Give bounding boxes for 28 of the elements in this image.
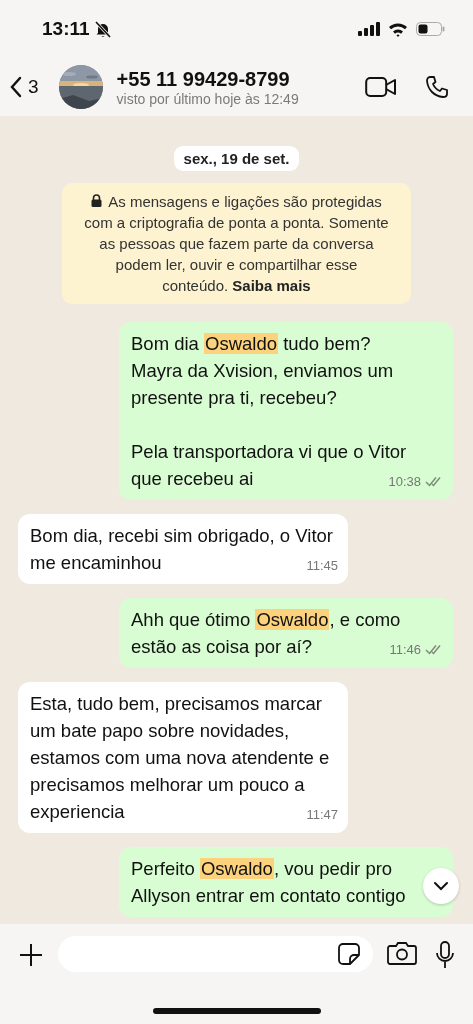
message-time: 11:45 [306, 557, 338, 575]
message-bubble: Ahh que ótimo Oswaldo, e como estão as coisa por aí? 11:46 [119, 598, 453, 668]
battery-icon [416, 22, 445, 36]
message-time: 10:38 [388, 473, 421, 491]
wifi-icon [388, 21, 408, 37]
plus-icon[interactable] [18, 942, 44, 968]
chevron-left-icon[interactable] [10, 76, 22, 98]
learn-more-link[interactable]: Saiba mais [232, 277, 311, 294]
message-bubble: Bom dia Oswaldo tudo bem? Mayra da Xvision, enviamos um presente pra ti, recebeu? Pela transportadora vi que o Vitor que recebeu ai 10:38 [119, 322, 453, 500]
encryption-notice: As mensagens e ligações são protegidas com a criptografia de ponta a ponta. Somente as pessoas que fazem parte da conversa podem ler, ouvir e compartilhar esse conteúdo. Saiba mais [62, 183, 411, 304]
message-bubble: Bom dia, recebi sim obrigado, o Vitor me encaminhou 11:45 [18, 514, 348, 584]
last-seen-status: visto por último hoje às 12:49 [116, 90, 300, 107]
chevron-down-icon[interactable] [433, 881, 449, 891]
message-bubble: Esta, tudo bem, precisamos marcar um bate papo sobre novidades, estamos com uma nova atendente e precisamos melhorar um pouco a experiencia 11:47 [18, 682, 348, 833]
contact-name[interactable]: +55 11 99429-8799 [116, 67, 347, 91]
message-time: 11:46 [389, 641, 421, 659]
signal-icon [358, 22, 380, 36]
message-field[interactable] [58, 936, 373, 972]
phone-icon[interactable] [425, 75, 449, 99]
video-camera-icon[interactable] [365, 76, 397, 98]
message-bubble: Perfeito Oswaldo, vou pedir pro Allyson entrar em contato contigo [119, 847, 453, 917]
clock-time: 13:11 [42, 18, 90, 40]
message-time: 11:47 [306, 806, 338, 824]
back-button[interactable]: 3 [10, 76, 39, 98]
lock-icon [91, 194, 103, 207]
sticker-icon[interactable] [337, 942, 361, 966]
date-chip: sex., 19 de set. [173, 146, 300, 171]
microphone-icon[interactable] [435, 941, 455, 969]
